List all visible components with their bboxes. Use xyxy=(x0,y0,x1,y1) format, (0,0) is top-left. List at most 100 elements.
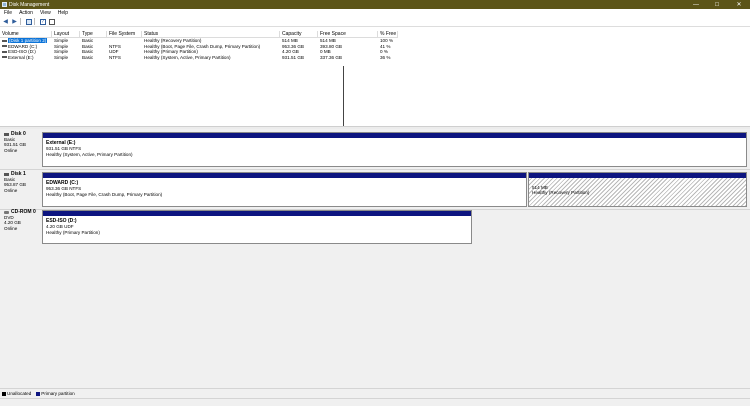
column-header-status[interactable]: Status xyxy=(142,31,280,37)
column-header-type[interactable]: Type xyxy=(80,31,107,37)
disk-1-label[interactable]: Disk 1 Basic 953.87 GB Online xyxy=(2,171,42,207)
cell-capacity: 953.36 GB xyxy=(282,43,304,49)
table-row[interactable]: External (E:) Simple Basic NTFS Healthy … xyxy=(0,55,398,60)
window-title: Disk Management xyxy=(9,1,50,8)
hard-disk-icon xyxy=(4,133,9,137)
column-header-layout[interactable]: Layout xyxy=(52,31,80,37)
partition-external-e[interactable]: External (E:) 931.51 GB NTFS Healthy (Sy… xyxy=(42,132,747,167)
menu-action[interactable]: Action xyxy=(15,10,36,16)
partition-recovery[interactable]: 514 MB Healthy (Recovery Partition) xyxy=(528,172,747,207)
column-header-volume[interactable]: Volume xyxy=(0,31,52,37)
disk-graphical-view: Disk 0 Basic 931.51 GB Online External (… xyxy=(0,129,750,388)
table-row[interactable]: EDWARD (C:) Simple Basic NTFS Healthy (B… xyxy=(0,44,398,49)
partition-title: EDWARD (C:) xyxy=(46,180,79,186)
cell-type: Basic xyxy=(82,43,94,49)
disk-status: Online xyxy=(4,187,18,193)
cell-layout: Simple xyxy=(54,43,69,49)
forward-arrow-icon[interactable]: ▶ xyxy=(11,18,18,25)
column-header-percent-free[interactable]: % Free xyxy=(378,31,398,37)
partition-status: Healthy (Boot, Page File, Crash Dump, Pr… xyxy=(46,191,163,197)
cell-percent-free: 100 % xyxy=(380,38,394,43)
drive-icon xyxy=(2,56,7,58)
partition-status: Healthy (Primary Partition) xyxy=(46,229,100,235)
menu-help[interactable]: Help xyxy=(54,10,71,16)
back-arrow-icon[interactable]: ◀ xyxy=(2,18,9,25)
cell-status: Healthy (Recovery Partition) xyxy=(144,38,202,43)
legend: Unallocated Primary partition xyxy=(0,388,750,398)
column-header-free-space[interactable]: Free Space xyxy=(318,31,378,37)
disk-status: Online xyxy=(4,225,18,231)
cell-type: Basic xyxy=(82,49,94,54)
column-header-file-system[interactable]: File System xyxy=(107,31,142,37)
cell-file-system: UDF xyxy=(109,49,119,54)
legend-swatch-unallocated xyxy=(2,391,6,396)
cell-percent-free: 0 % xyxy=(380,49,388,54)
cell-file-system xyxy=(107,38,142,43)
menu-bar: File Action View Help xyxy=(0,9,750,17)
drive-icon xyxy=(2,45,7,47)
properties-icon xyxy=(48,18,55,25)
cell-file-system: NTFS xyxy=(109,43,121,49)
volume-name: External (E:) xyxy=(8,54,34,60)
partition-title: External (E:) xyxy=(46,140,76,146)
partition-edward-c[interactable]: EDWARD (C:) 953.36 GB NTFS Healthy (Boot… xyxy=(42,172,527,207)
cell-free-space: 514 MB xyxy=(320,38,336,43)
legend-label-primary: Primary partition xyxy=(41,391,75,396)
cell-layout: Simple xyxy=(54,38,69,43)
status-bar xyxy=(0,398,750,406)
cd-rom-0-label[interactable]: CD-ROM 0 DVD 4.20 GB Online xyxy=(2,209,42,244)
cell-file-system: NTFS xyxy=(109,54,121,60)
volume-name: ESD-ISO (D:) xyxy=(8,49,36,54)
drive-icon xyxy=(2,50,7,53)
volume-list-header: Volume Layout Type File System Status Ca… xyxy=(0,31,398,38)
pane-icon xyxy=(25,18,32,25)
title-bar: Disk Management xyxy=(0,0,750,9)
cell-capacity: 4.20 GB xyxy=(282,49,299,54)
volume-name: (Disk 1 partition 2) xyxy=(8,38,48,43)
cell-status: Healthy (Boot, Page File, Crash Dump, Pr… xyxy=(144,43,261,49)
help-icon: ? xyxy=(39,18,46,25)
cell-layout: Simple xyxy=(54,49,69,54)
cell-status: Healthy (Primary Partition) xyxy=(144,49,198,54)
properties-button[interactable] xyxy=(48,18,55,25)
show-hide-pane-button[interactable] xyxy=(25,18,32,25)
column-header-capacity[interactable]: Capacity xyxy=(280,31,318,37)
help-button[interactable]: ? xyxy=(39,18,46,25)
minimize-button[interactable]: — xyxy=(687,0,705,9)
cell-free-space: 337.36 GB xyxy=(320,54,342,60)
cell-percent-free: 41 % xyxy=(380,43,391,49)
cell-free-space: 0 MB xyxy=(320,49,331,54)
toolbar-separator xyxy=(20,18,21,25)
partition-status: Healthy (System, Active, Primary Partiti… xyxy=(46,151,133,157)
disk-0-label[interactable]: Disk 0 Basic 931.51 GB Online xyxy=(2,131,42,167)
toolbar: ◀ ▶ ? xyxy=(0,17,750,27)
column-resize-indicator xyxy=(343,66,344,126)
table-row[interactable]: ESD-ISO (D:) Simple Basic UDF Healthy (P… xyxy=(0,49,398,54)
cell-layout: Simple xyxy=(54,54,69,60)
volume-name: EDWARD (C:) xyxy=(8,43,38,49)
partition-esd-iso-d[interactable]: ESD-ISO (D:) 4.20 GB UDF Healthy (Primar… xyxy=(42,210,472,244)
cell-percent-free: 36 % xyxy=(380,54,391,60)
partition-status: Healthy (Recovery Partition) xyxy=(532,190,590,196)
disk-management-app-icon xyxy=(2,2,7,7)
disk-status: Online xyxy=(4,147,18,153)
close-button[interactable]: ✕ xyxy=(730,0,748,9)
row-divider xyxy=(0,169,750,170)
toolbar-separator xyxy=(34,18,35,25)
table-row[interactable]: (Disk 1 partition 2) Simple Basic Health… xyxy=(0,38,398,43)
legend-swatch-primary xyxy=(36,391,41,396)
disk-name: CD-ROM 0 xyxy=(11,209,36,215)
maximize-button[interactable]: ☐ xyxy=(708,0,726,9)
cell-capacity: 514 MB xyxy=(282,38,298,43)
cell-status: Healthy (System, Active, Primary Partiti… xyxy=(144,54,231,60)
cell-capacity: 931.51 GB xyxy=(282,54,304,60)
legend-label-unallocated: Unallocated xyxy=(7,391,32,396)
volume-list: Volume Layout Type File System Status Ca… xyxy=(0,28,750,126)
partition-title: ESD-ISO (D:) xyxy=(46,218,77,224)
menu-view[interactable]: View xyxy=(36,10,54,16)
cell-type: Basic xyxy=(82,54,94,60)
drive-icon xyxy=(2,39,7,42)
cell-type: Basic xyxy=(82,38,94,43)
optical-drive-icon xyxy=(4,211,9,215)
menu-file[interactable]: File xyxy=(0,10,15,16)
